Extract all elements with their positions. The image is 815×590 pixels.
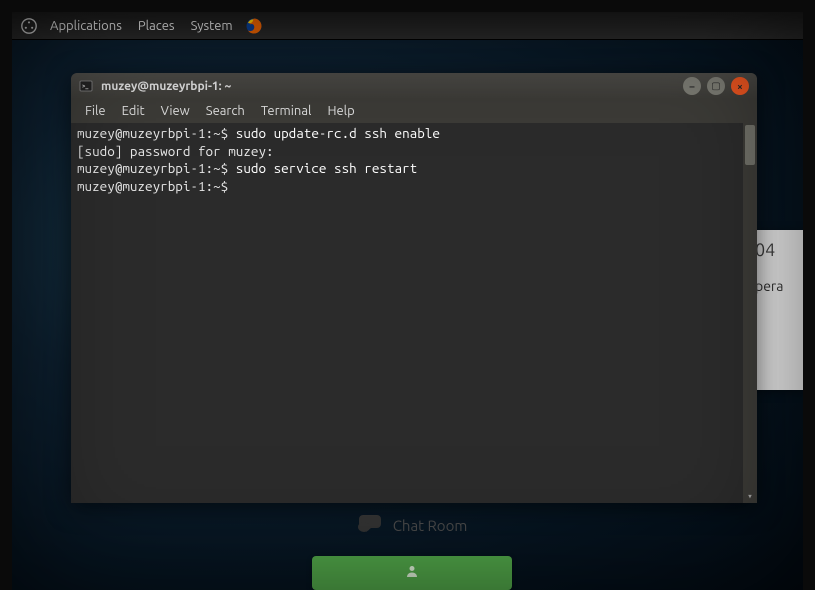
- svg-text:>_: >_: [82, 83, 88, 90]
- menu-applications[interactable]: Applications: [46, 17, 126, 35]
- scroll-down-icon[interactable]: ▾: [745, 491, 755, 501]
- command-2: sudo service ssh restart: [236, 160, 417, 176]
- terminal-scrollbar[interactable]: ▴ ▾: [743, 123, 757, 503]
- chat-room-link[interactable]: Chat Room: [357, 505, 468, 546]
- bg-text-partial: pera: [755, 278, 795, 294]
- green-action-button[interactable]: [312, 556, 512, 590]
- terminal-menubar: File Edit View Search Terminal Help: [71, 99, 757, 123]
- terminal-app-icon: >_: [79, 79, 93, 93]
- menu-search[interactable]: Search: [198, 102, 253, 120]
- menu-places[interactable]: Places: [134, 17, 179, 35]
- menu-help[interactable]: Help: [319, 102, 362, 120]
- window-title: muzey@muzeyrbpi-1: ~: [101, 80, 677, 93]
- menu-system[interactable]: System: [187, 17, 237, 35]
- person-icon: [405, 564, 419, 582]
- prompt-3: muzey@muzeyrbpi-1:~$: [77, 178, 228, 194]
- maximize-button[interactable]: ▢: [707, 77, 725, 95]
- prompt-2: muzey@muzeyrbpi-1:~$: [77, 160, 236, 176]
- main-menu-icon[interactable]: [20, 17, 38, 35]
- top-panel: Applications Places System: [12, 12, 803, 40]
- menu-edit[interactable]: Edit: [114, 102, 153, 120]
- background-app-ui: Chat Room: [292, 505, 532, 590]
- firefox-icon[interactable]: [245, 17, 263, 35]
- menu-file[interactable]: File: [77, 102, 114, 120]
- chat-room-label: Chat Room: [393, 517, 468, 534]
- close-button[interactable]: ×: [731, 77, 749, 95]
- minimize-button[interactable]: –: [683, 77, 701, 95]
- menu-view[interactable]: View: [153, 102, 198, 120]
- command-1: sudo update-rc.d ssh enable: [236, 125, 440, 141]
- menu-terminal[interactable]: Terminal: [253, 102, 320, 120]
- bg-value-partial: 04: [755, 240, 795, 260]
- terminal-window: >_ muzey@muzeyrbpi-1: ~ – ▢ × File Edit …: [71, 73, 757, 503]
- output-sudo-password: [sudo] password for muzey:: [77, 143, 274, 159]
- scroll-thumb[interactable]: [745, 125, 755, 165]
- window-titlebar[interactable]: >_ muzey@muzeyrbpi-1: ~ – ▢ ×: [71, 73, 757, 99]
- prompt-1: muzey@muzeyrbpi-1:~$: [77, 125, 236, 141]
- chat-bubbles-icon: [357, 513, 383, 538]
- terminal-output[interactable]: muzey@muzeyrbpi-1:~$ sudo update-rc.d ss…: [71, 123, 757, 503]
